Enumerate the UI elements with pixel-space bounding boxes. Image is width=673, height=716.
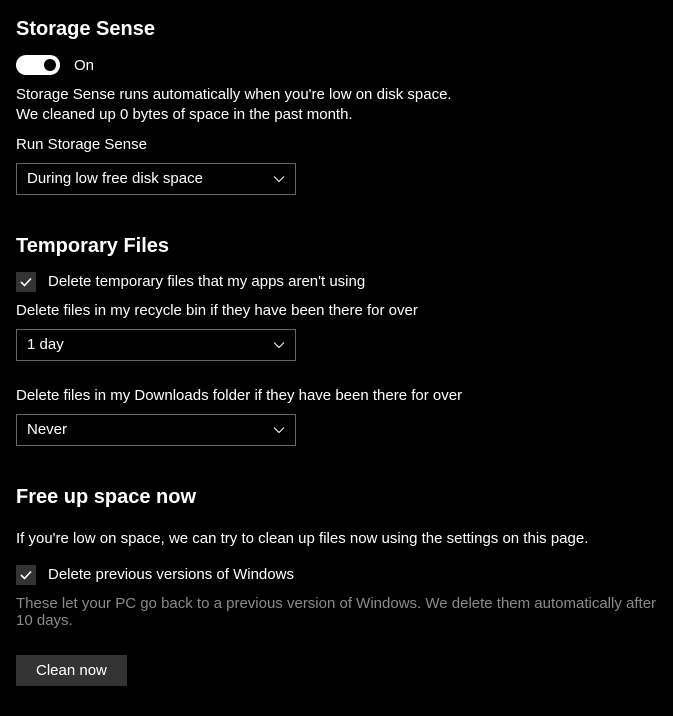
downloads-label: Delete files in my Downloads folder if t… [16, 387, 657, 404]
temporary-files-heading: Temporary Files [16, 235, 657, 258]
free-up-space-heading: Free up space now [16, 486, 657, 509]
downloads-value: Never [27, 421, 67, 438]
recycle-bin-label: Delete files in my recycle bin if they h… [16, 302, 657, 319]
storage-sense-section: Storage Sense On Storage Sense runs auto… [16, 18, 657, 195]
clean-now-button[interactable]: Clean now [16, 655, 127, 686]
temporary-files-section: Temporary Files Delete temporary files t… [16, 235, 657, 446]
delete-temp-files-row: Delete temporary files that my apps aren… [16, 272, 657, 292]
checkmark-icon [19, 275, 33, 289]
delete-temp-files-checkbox[interactable] [16, 272, 36, 292]
recycle-bin-dropdown[interactable]: 1 day [16, 329, 296, 361]
delete-previous-versions-row: Delete previous versions of Windows [16, 565, 657, 585]
storage-sense-heading: Storage Sense [16, 18, 657, 41]
chevron-down-icon [273, 339, 285, 351]
checkmark-icon [19, 568, 33, 582]
toggle-knob [44, 59, 56, 71]
run-storage-sense-label: Run Storage Sense [16, 136, 657, 153]
free-up-space-section: Free up space now If you're low on space… [16, 486, 657, 686]
delete-previous-versions-label: Delete previous versions of Windows [48, 566, 294, 583]
storage-sense-toggle-label: On [74, 57, 94, 74]
chevron-down-icon [273, 173, 285, 185]
storage-sense-toggle-row: On [16, 55, 657, 75]
storage-sense-toggle[interactable] [16, 55, 60, 75]
delete-previous-versions-checkbox[interactable] [16, 565, 36, 585]
chevron-down-icon [273, 424, 285, 436]
storage-sense-description: Storage Sense runs automatically when yo… [16, 85, 476, 126]
run-storage-sense-dropdown[interactable]: During low free disk space [16, 163, 296, 195]
previous-versions-hint: These let your PC go back to a previous … [16, 595, 657, 629]
downloads-dropdown[interactable]: Never [16, 414, 296, 446]
free-up-space-description: If you're low on space, we can try to cl… [16, 529, 657, 549]
run-storage-sense-value: During low free disk space [27, 170, 203, 187]
delete-temp-files-label: Delete temporary files that my apps aren… [48, 273, 365, 290]
recycle-bin-value: 1 day [27, 336, 64, 353]
